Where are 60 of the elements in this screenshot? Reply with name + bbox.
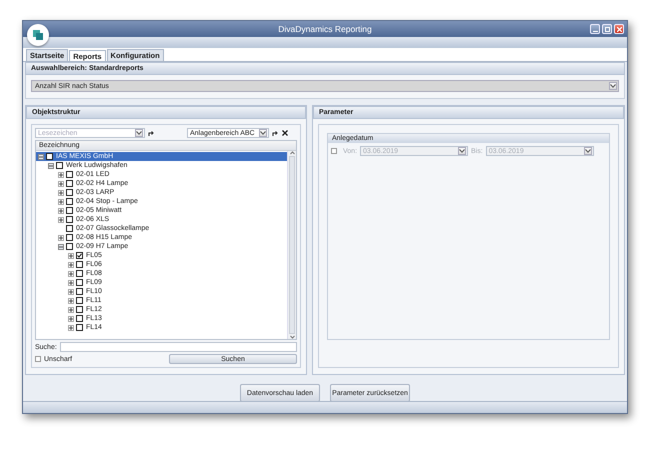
close-button[interactable] <box>614 24 624 34</box>
close-icon <box>616 26 622 32</box>
window-title: DivaDynamics Reporting <box>278 24 372 34</box>
checkbox[interactable] <box>76 297 83 304</box>
checkbox[interactable] <box>66 243 73 250</box>
expand-icon[interactable] <box>58 208 64 214</box>
expand-icon[interactable] <box>68 324 74 330</box>
expand-icon[interactable] <box>58 216 64 222</box>
checkbox[interactable] <box>331 148 337 154</box>
checkbox[interactable] <box>76 288 83 295</box>
checkbox[interactable] <box>66 234 73 241</box>
checkbox[interactable] <box>76 270 83 277</box>
expand-icon[interactable] <box>58 172 64 178</box>
expand-icon[interactable] <box>68 262 74 268</box>
minimize-button[interactable] <box>590 24 600 34</box>
search-field[interactable] <box>60 342 297 352</box>
expand-icon[interactable] <box>68 270 74 276</box>
expand-icon[interactable] <box>68 288 74 294</box>
expand-icon[interactable] <box>68 252 74 258</box>
checkbox[interactable] <box>76 279 83 286</box>
checkbox[interactable] <box>76 324 83 331</box>
collapse-icon[interactable] <box>48 162 54 168</box>
checkbox[interactable] <box>76 306 83 313</box>
checkbox[interactable] <box>66 180 73 187</box>
checkbox[interactable] <box>35 356 41 362</box>
checkbox[interactable] <box>66 216 73 223</box>
checkbox[interactable] <box>66 207 73 214</box>
app-logo-icon[interactable] <box>27 24 49 46</box>
expand-icon[interactable] <box>58 198 64 204</box>
checkbox[interactable] <box>46 153 53 160</box>
expand-icon[interactable] <box>68 298 74 304</box>
dropdown-icon[interactable] <box>609 82 617 90</box>
checkbox[interactable] <box>56 162 63 169</box>
expand-icon[interactable] <box>68 306 74 312</box>
close-icon[interactable] <box>282 130 288 136</box>
dropdown-icon[interactable] <box>259 129 267 137</box>
checkbox[interactable] <box>76 252 83 259</box>
scroll-down-icon[interactable] <box>290 335 294 339</box>
maximize-button[interactable] <box>602 24 612 34</box>
jump-icon[interactable] <box>148 130 155 136</box>
checkbox[interactable] <box>76 261 83 268</box>
jump-icon[interactable] <box>272 130 279 136</box>
collapse-icon[interactable] <box>38 154 44 160</box>
expand-icon[interactable] <box>58 180 64 186</box>
calendar-dropdown-icon[interactable] <box>458 147 466 155</box>
scroll-up-icon[interactable] <box>290 151 294 155</box>
maximize-icon <box>604 26 610 32</box>
checkbox[interactable] <box>66 189 73 196</box>
scrollbar[interactable] <box>287 151 296 339</box>
dropdown-icon[interactable] <box>135 129 143 137</box>
checkbox[interactable] <box>66 171 73 178</box>
expand-icon[interactable] <box>58 190 64 196</box>
checkbox[interactable] <box>66 225 73 232</box>
expand-icon[interactable] <box>58 234 64 240</box>
checkbox[interactable] <box>66 198 73 205</box>
calendar-dropdown-icon[interactable] <box>584 147 592 155</box>
collapse-icon[interactable] <box>58 244 64 250</box>
expand-icon[interactable] <box>68 316 74 322</box>
expand-icon[interactable] <box>68 280 74 286</box>
checkbox[interactable] <box>76 315 83 322</box>
